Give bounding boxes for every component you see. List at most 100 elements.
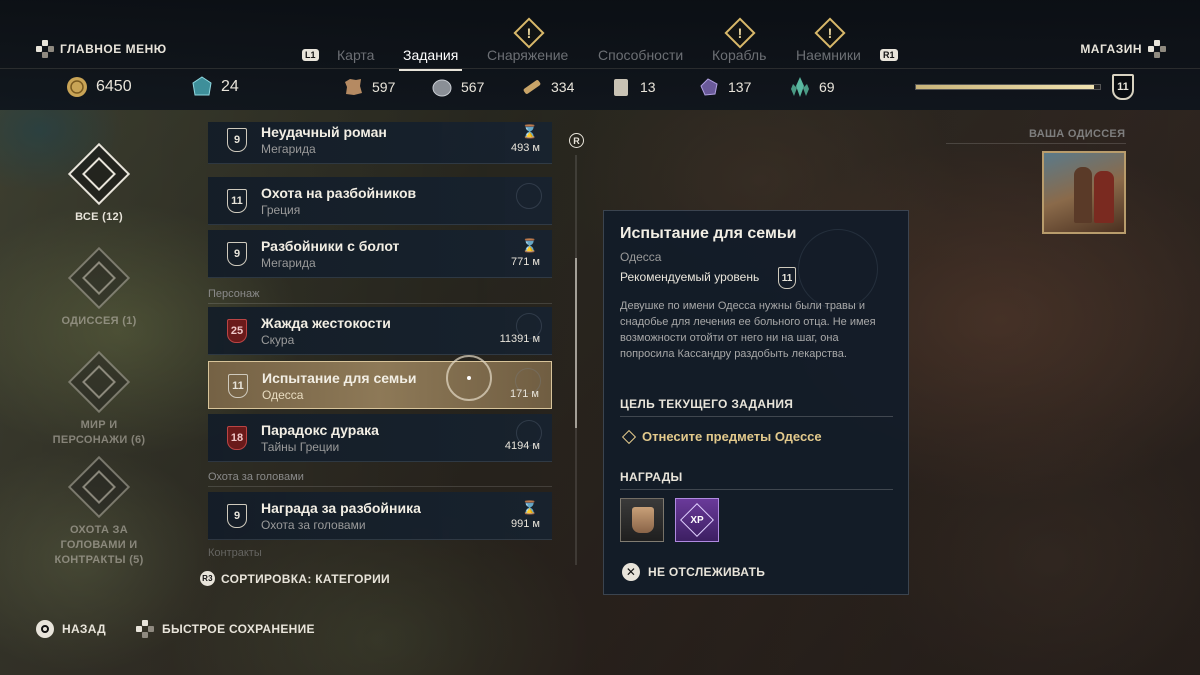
tab-mercenaries[interactable]: Наемники [796, 47, 861, 63]
quicksave-button[interactable]: БЫСТРОЕ СОХРАНЕНИЕ [162, 622, 315, 636]
tab-quests[interactable]: Задания [398, 47, 463, 71]
quest-distance: 493 м [511, 142, 540, 154]
objective-header: ЦЕЛЬ ТЕКУЩЕГО ЗАДАНИЯ [620, 397, 894, 417]
compass-rose-icon [798, 229, 878, 309]
back-button[interactable]: НАЗАД [62, 622, 106, 636]
drachmae-value: 6450 [96, 78, 132, 95]
top-bar-divider [0, 68, 1200, 69]
iron-counter: 567 [431, 76, 484, 98]
hourglass-icon: ⌛ [521, 124, 538, 139]
untrack-button[interactable]: ✕ НЕ ОТСЛЕЖИВАТЬ [622, 563, 765, 581]
leather-counter: 597 [342, 76, 395, 98]
category-bounties-label: ОХОТА ЗА ГОЛОВАМИ И КОНТРАКТЫ (5) [54, 524, 144, 566]
quest-location: Мегарида [261, 142, 316, 156]
rewards-header: НАГРАДЫ [620, 470, 892, 490]
reward-xp[interactable]: XP [675, 498, 719, 542]
quest-row[interactable]: 9 Награда за разбойника Охота за головам… [208, 492, 552, 540]
world-category-icon [67, 350, 131, 414]
tab-ship[interactable]: Корабль [712, 47, 766, 63]
limestone-value: 13 [640, 79, 656, 95]
category-world-label: МИР И ПЕРСОНАЖИ (6) [52, 419, 146, 446]
quest-detail-panel: Испытание для семьи Одесса Рекомендуемый… [603, 210, 909, 595]
category-odyssey[interactable]: ОДИССЕЯ (1) [34, 246, 164, 329]
dpad-icon [36, 40, 54, 58]
category-all[interactable]: ВСЕ (12) [34, 142, 164, 225]
tab-abilities[interactable]: Способности [598, 47, 683, 63]
obsidian-counter: 137 [698, 76, 751, 98]
leather-icon [345, 79, 362, 95]
category-world[interactable]: МИР И ПЕРСОНАЖИ (6) [34, 350, 164, 448]
quest-location: Греция [261, 203, 301, 217]
crystal-icon [791, 77, 809, 97]
current-objective: Отнесите предметы Одессе [621, 429, 822, 444]
quest-level-badge: 9 [227, 504, 247, 528]
odyssey-card[interactable] [1042, 151, 1126, 234]
category-bounties[interactable]: ОХОТА ЗА ГОЛОВАМИ И КОНТРАКТЫ (5) [34, 455, 164, 568]
leather-value: 597 [372, 79, 396, 95]
quest-title: Награда за разбойника [261, 500, 421, 516]
armor-icon [632, 507, 654, 533]
drachma-coin-icon [67, 77, 87, 97]
map-cursor [446, 355, 492, 401]
xp-label: XP [690, 514, 704, 526]
recommended-level-label: Рекомендуемый уровень [620, 270, 760, 284]
cross-button-icon: ✕ [622, 563, 640, 581]
sort-label: СОРТИРОВКА: КАТЕГОРИИ [221, 571, 390, 586]
quest-row[interactable]: 9 Разбойники с болот Мегарида ⌛ 771 м [208, 230, 552, 278]
quest-row[interactable]: 25 Жажда жестокости Скура 11391 м [208, 307, 552, 355]
quest-distance: 771 м [511, 256, 540, 268]
orichalcum-counter: 24 [191, 76, 239, 98]
section-header-bounty: Охота за головами [208, 471, 552, 487]
category-all-label: ВСЕ (12) [75, 211, 123, 223]
iron-ore-icon [432, 79, 452, 97]
quest-location: Скура [261, 333, 295, 347]
compass-star-icon [516, 183, 542, 209]
quest-detail-title: Испытание для семьи [620, 225, 797, 242]
quest-list-scroll-thumb[interactable] [575, 258, 577, 428]
footer-actions: НАЗАД БЫСТРОЕ СОХРАНЕНИЕ [36, 620, 315, 638]
menu-tabs: L1 Карта Задания ! Снаряжение Способност… [300, 17, 900, 71]
quest-distance: 991 м [511, 518, 540, 530]
quest-title: Парадокс дурака [261, 422, 379, 438]
orichalcum-icon [192, 76, 212, 96]
odyssey-divider [946, 143, 1126, 144]
shop-label: МАГАЗИН [1080, 42, 1142, 56]
obsidian-icon [700, 78, 718, 96]
crystal-value: 69 [819, 79, 835, 95]
hourglass-icon: ⌛ [521, 500, 538, 515]
crystal-counter: 69 [789, 76, 835, 98]
quest-level-badge: 9 [227, 128, 247, 152]
quest-location: Тайны Греции [261, 440, 340, 454]
quest-distance: 11391 м [499, 333, 540, 345]
quest-title: Неудачный роман [261, 124, 387, 140]
quest-title: Разбойники с болот [261, 238, 400, 254]
limestone-icon [614, 79, 628, 96]
quest-row[interactable]: 11 Охота на разбойников Греция [208, 177, 552, 225]
quest-list[interactable]: 9 Неудачный роман Мегарида ⌛ 493 м 11 Ох… [208, 122, 554, 558]
quest-row-selected[interactable]: 11 Испытание для семьи Одесса 171 м [208, 361, 552, 409]
shop-button[interactable]: МАГАЗИН [1080, 40, 1166, 58]
gear-alert-icon: ! [513, 17, 545, 49]
r1-button-icon[interactable]: R1 [880, 49, 898, 61]
odyssey-figure [1094, 171, 1114, 223]
main-menu-button[interactable]: ГЛАВНОЕ МЕНЮ [36, 40, 167, 58]
odyssey-label: ВАША ОДИССЕЯ [1029, 128, 1126, 140]
main-menu-label: ГЛАВНОЕ МЕНЮ [60, 42, 167, 56]
tab-equipment[interactable]: Снаряжение [487, 47, 568, 63]
quest-distance: 171 м [510, 388, 539, 400]
mercenaries-alert-icon: ! [814, 17, 846, 49]
xp-progress-bar [915, 84, 1101, 90]
quest-level-badge: 18 [227, 426, 247, 450]
quest-row[interactable]: 18 Парадокс дурака Тайны Греции 4194 м [208, 414, 552, 462]
category-odyssey-label: ОДИССЕЯ (1) [61, 315, 137, 327]
quest-row[interactable]: 9 Неудачный роман Мегарида ⌛ 493 м [208, 122, 552, 164]
right-stick-scroll-icon: R [569, 133, 584, 148]
untrack-label: НЕ ОТСЛЕЖИВАТЬ [648, 565, 766, 579]
sort-button[interactable]: R3 СОРТИРОВКА: КАТЕГОРИИ [200, 571, 390, 586]
tab-map[interactable]: Карта [337, 47, 374, 63]
reward-gear-item[interactable] [620, 498, 664, 542]
quest-location: Охота за головами [261, 518, 366, 532]
circle-button-icon [36, 620, 54, 638]
player-level-badge: 11 [1112, 74, 1134, 100]
l1-button-icon[interactable]: L1 [302, 49, 319, 61]
